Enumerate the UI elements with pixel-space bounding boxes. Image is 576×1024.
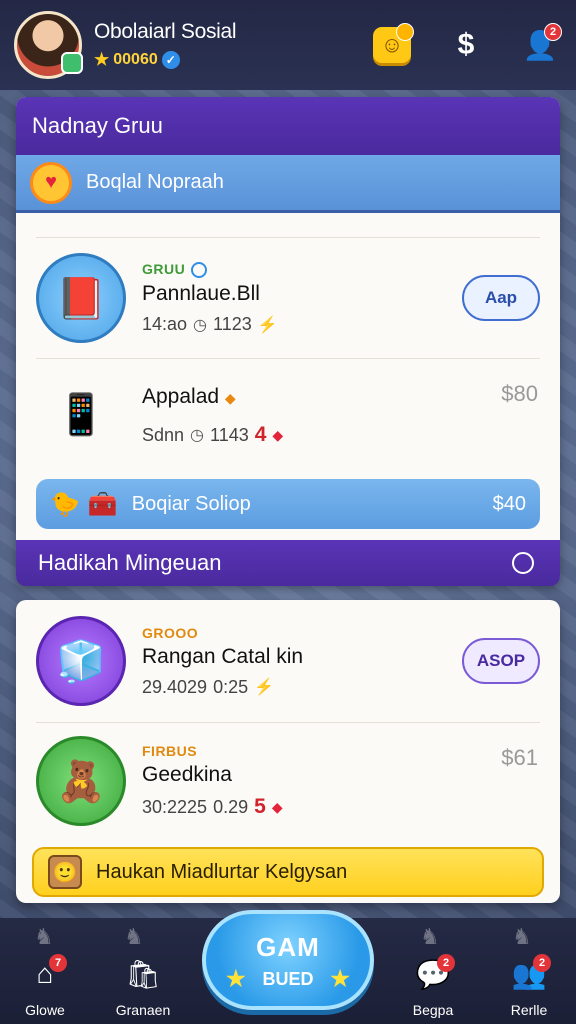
info-icon bbox=[191, 262, 208, 279]
section-header: Hadikah Mingeuan bbox=[16, 540, 560, 586]
item-title: Geedkina bbox=[142, 763, 232, 786]
item-count: 0:25 bbox=[213, 676, 249, 697]
item-time: 29.4029 bbox=[142, 676, 208, 697]
section-title: Hadikah Mingeuan bbox=[38, 550, 222, 575]
avatar-badge bbox=[61, 52, 83, 74]
nav-item-home[interactable]: ⌂ 7 Glowe bbox=[0, 954, 90, 1018]
nav-item-shop[interactable]: 🛍 Granaen bbox=[98, 958, 188, 1018]
profile-coins-row: ★ 00060 ✓ bbox=[94, 50, 236, 70]
cube-icon: 🧊 bbox=[36, 616, 126, 706]
nav-badge: 2 bbox=[437, 954, 455, 972]
people-icon: 👥 2 bbox=[509, 954, 551, 992]
emoji-notification-badge bbox=[396, 23, 414, 41]
item-time: 30:2225 bbox=[142, 796, 208, 817]
item-text: FIRBUS Geedkina 30:2225 0.29 5 ◆ bbox=[142, 743, 540, 819]
item-time: 14:ao bbox=[142, 314, 188, 335]
item-title-label: Appalad bbox=[142, 385, 220, 408]
clock-icon: ◷ bbox=[193, 316, 208, 334]
home-icon: ⌂ 7 bbox=[25, 954, 67, 992]
item-meta: Sdnn ◷ 1143 4 ◆ bbox=[142, 423, 540, 447]
item-action-button[interactable]: ASOP bbox=[462, 638, 540, 684]
game-button-top: GAM bbox=[256, 932, 320, 962]
ruby-icon: ◆ bbox=[271, 798, 283, 815]
group-subheader[interactable]: ♥ Boqlal Nopraah bbox=[16, 155, 560, 213]
promo-price: $40 bbox=[492, 492, 526, 515]
nav-badge: 7 bbox=[49, 954, 67, 972]
top-bar: Obolaiarl Sosial ★ 00060 ✓ ☺ $ 👤 2 bbox=[0, 0, 576, 90]
chick-icon: 🐤 bbox=[50, 490, 80, 518]
item-red-value: 4 bbox=[254, 423, 267, 446]
item-tag: FIRBUS bbox=[142, 743, 198, 759]
chest-icon: 🧰 bbox=[87, 490, 118, 518]
nav-item-friends[interactable]: 👥 2 Rerlle bbox=[484, 954, 574, 1018]
item-count: 0.29 bbox=[213, 796, 249, 817]
star-icon: ★ bbox=[226, 966, 246, 991]
star-icon: ★ bbox=[94, 50, 110, 69]
currency-button[interactable]: $ bbox=[444, 23, 488, 67]
promo-banner[interactable]: 🙂 Haukan Miadlurtar Kelgysan bbox=[32, 847, 544, 897]
list-item[interactable]: 📱 Appalad ◆ Sdnn ◷ 1143 4 ◆ $80 bbox=[16, 359, 560, 469]
nav-label: Glowe bbox=[25, 1002, 65, 1018]
promo-icons: 🐤 🧰 bbox=[50, 490, 118, 519]
nav-label: Granaen bbox=[115, 1002, 171, 1018]
item-red-value: 5 bbox=[254, 795, 266, 818]
list-item[interactable]: 🧊 GROOO Rangan Catal kin 29.4029 0:25 ⚡ … bbox=[16, 600, 560, 722]
chat-icon: 💬 2 bbox=[413, 954, 455, 992]
item-meta: 30:2225 0.29 5 ◆ bbox=[142, 795, 540, 819]
item-action-button[interactable]: Aap bbox=[462, 275, 540, 321]
nav-item-chat[interactable]: 💬 2 Begpa bbox=[388, 954, 478, 1018]
item-text: Appalad ◆ Sdnn ◷ 1143 4 ◆ bbox=[142, 381, 540, 447]
ghost-icon: ♞ bbox=[124, 924, 144, 949]
item-price: $80 bbox=[501, 381, 538, 406]
list-item[interactable]: 🧸 FIRBUS Geedkina 30:2225 0.29 5 ◆ $61 bbox=[16, 723, 560, 839]
emoji-button[interactable]: ☺ bbox=[370, 23, 414, 67]
ghost-icon: ♞ bbox=[34, 924, 54, 949]
header-actions: ☺ $ 👤 2 bbox=[370, 23, 562, 67]
item-title: Appalad ◆ bbox=[142, 385, 540, 409]
tablet-icon: 📱 bbox=[56, 392, 106, 437]
ruby-icon: ◆ bbox=[272, 426, 284, 443]
friends-button[interactable]: 👤 2 bbox=[518, 23, 562, 67]
bolt-icon: ⚡ bbox=[257, 316, 278, 334]
item-time: Sdnn bbox=[142, 424, 185, 445]
nav-label: Rerlle bbox=[510, 1002, 548, 1018]
mission-panel: 🧊 GROOO Rangan Catal kin 29.4029 0:25 ⚡ … bbox=[16, 600, 560, 903]
gem-icon: ◆ bbox=[224, 390, 236, 406]
bolt-icon: ⚡ bbox=[254, 679, 275, 696]
verified-icon: ✓ bbox=[161, 51, 180, 69]
ghost-icon: ♞ bbox=[512, 924, 532, 949]
promo-banner[interactable]: 🐤 🧰 Boqiar Soliop $40 bbox=[36, 479, 540, 529]
clock-icon: ◷ bbox=[190, 427, 205, 444]
person-icon: 🙂 bbox=[48, 855, 82, 889]
profile-name: Obolaiarl Sosial bbox=[94, 20, 237, 43]
dollar-icon: $ bbox=[457, 28, 475, 61]
nav-badge: 2 bbox=[533, 954, 551, 972]
item-count: 1143 bbox=[210, 424, 249, 445]
game-button[interactable]: GAM ★ BUED ★ bbox=[202, 910, 374, 1010]
nav-label: Begpa bbox=[412, 1002, 454, 1018]
item-price: $61 bbox=[501, 745, 538, 770]
profile-coins: 00060 bbox=[113, 51, 158, 68]
star-icon: ★ bbox=[330, 966, 350, 991]
heart-icon: ♥ bbox=[30, 161, 72, 204]
group-panel: Nadnay Gruu ♥ Boqlal Nopraah 📕 GRUU Pann… bbox=[16, 97, 560, 585]
group-subtitle: Boqlal Nopraah bbox=[86, 171, 224, 193]
item-tag-label: GRUU bbox=[142, 260, 186, 277]
book-icon: 📕 bbox=[36, 253, 126, 343]
friends-notification-badge: 2 bbox=[544, 23, 562, 41]
circle-icon[interactable] bbox=[512, 552, 534, 574]
bag-icon: 🛍 bbox=[125, 959, 161, 990]
avatar[interactable] bbox=[14, 11, 83, 79]
promo-label: Haukan Miadlurtar Kelgysan bbox=[96, 860, 348, 883]
ghost-icon: ♞ bbox=[420, 924, 440, 949]
promo-label: Boqiar Soliop bbox=[131, 492, 251, 515]
profile-info: Obolaiarl Sosial ★ 00060 ✓ bbox=[94, 20, 237, 70]
character-icon: 🧸 bbox=[36, 736, 126, 826]
list-item[interactable]: 📕 GRUU Pannlaue.Bll 14:ao ◷ 1123 ⚡ Aap bbox=[16, 238, 560, 358]
item-count: 1123 bbox=[213, 314, 252, 335]
group-title: Nadnay Gruu bbox=[16, 97, 560, 155]
